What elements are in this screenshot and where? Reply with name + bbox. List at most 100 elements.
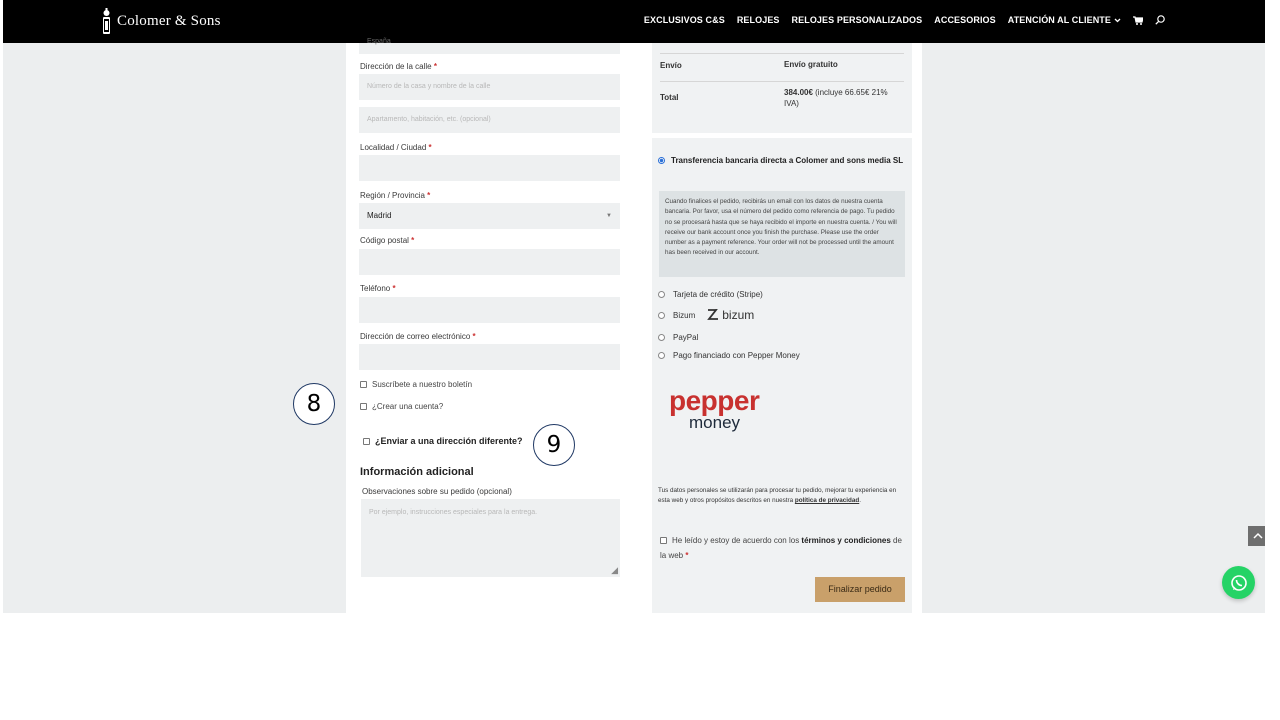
- nav-atencion-cliente[interactable]: ATENCIÓN AL CLIENTE: [1008, 15, 1121, 25]
- postcode-label-text: Código postal: [360, 236, 409, 245]
- street-input[interactable]: Número de la casa y nombre de la calle: [359, 74, 620, 100]
- nav-accesorios[interactable]: ACCESORIOS: [934, 15, 996, 25]
- create-account-label: ¿Crear una cuenta?: [372, 402, 444, 411]
- total-amount: 384.00€: [784, 88, 813, 97]
- site-logo[interactable]: Colomer & Sons: [100, 8, 221, 35]
- ship-different-option[interactable]: ¿Enviar a una dirección diferente?: [363, 436, 523, 446]
- summary-divider: [660, 81, 904, 82]
- bank-transfer-description: Cuando finalices el pedido, recibirás un…: [659, 191, 905, 277]
- newsletter-checkbox[interactable]: [360, 381, 367, 388]
- main-nav: EXCLUSIVOS C&S RELOJES RELOJES PERSONALI…: [644, 15, 1165, 25]
- privacy-policy-link[interactable]: política de privacidad: [795, 497, 859, 504]
- newsletter-label: Suscríbete a nuestro boletín: [372, 380, 473, 389]
- total-value: 384.00€ (incluye 66.65€ 21% IVA): [784, 87, 904, 109]
- bizum-logo: bizum: [707, 308, 754, 322]
- shipping-value: Envío gratuito: [784, 60, 838, 69]
- country-field[interactable]: España: [359, 38, 620, 54]
- ship-different-checkbox[interactable]: [363, 437, 370, 445]
- required-mark: *: [411, 236, 415, 245]
- card-label: Tarjeta de crédito (Stripe): [673, 290, 763, 299]
- privacy-end: .: [859, 497, 861, 505]
- required-mark: *: [428, 143, 432, 152]
- required-mark: *: [427, 191, 431, 200]
- search-icon[interactable]: [1155, 15, 1165, 25]
- site-header: Colomer & Sons EXCLUSIVOS C&S RELOJES RE…: [3, 0, 1265, 43]
- pepper-option[interactable]: Pago financiado con Pepper Money: [658, 351, 800, 360]
- billing-form: España Dirección de la calle * Número de…: [346, 38, 648, 613]
- card-option[interactable]: Tarjeta de crédito (Stripe): [658, 290, 763, 299]
- bank-transfer-radio[interactable]: [658, 157, 665, 164]
- additional-info-heading: Información adicional: [360, 466, 474, 478]
- region-label: Región / Provincia *: [360, 191, 430, 200]
- postcode-input[interactable]: [359, 249, 620, 275]
- terms-pre: He leído y estoy de acuerdo con los: [672, 536, 802, 545]
- city-label-text: Localidad / Ciudad: [360, 143, 427, 152]
- nav-exclusivos[interactable]: EXCLUSIVOS C&S: [644, 15, 725, 25]
- bizum-mark-icon: [707, 308, 719, 320]
- chevron-down-icon: [1114, 15, 1121, 25]
- logo-emblem-icon: [100, 8, 113, 35]
- privacy-notice: Tus datos personales se utilizarán para …: [658, 486, 906, 507]
- chevron-up-icon: [1253, 532, 1263, 539]
- brand-name: Colomer & Sons: [117, 13, 221, 29]
- place-order-button[interactable]: Finalizar pedido: [815, 577, 905, 602]
- city-input[interactable]: [359, 155, 620, 181]
- cart-icon[interactable]: [1133, 15, 1143, 25]
- pepper-logo-bottom: money: [689, 413, 741, 432]
- bizum-logo-text: bizum: [722, 308, 755, 322]
- paypal-radio[interactable]: [658, 334, 665, 341]
- street-label-text: Dirección de la calle: [360, 62, 432, 71]
- country-value: España: [367, 38, 391, 45]
- pepper-logo-top: pepper: [669, 385, 760, 416]
- postcode-label: Código postal *: [360, 236, 414, 245]
- whatsapp-icon: [1230, 574, 1247, 591]
- caret-down-icon: ▼: [606, 213, 612, 219]
- bizum-option[interactable]: Bizum bizum: [658, 308, 754, 322]
- region-select[interactable]: Madrid ▼: [359, 203, 620, 229]
- bizum-radio[interactable]: [658, 311, 665, 319]
- bizum-label: Bizum: [673, 310, 696, 320]
- phone-label-text: Teléfono: [360, 284, 391, 293]
- browser-viewport: Colomer & Sons EXCLUSIVOS C&S RELOJES RE…: [3, 0, 1265, 613]
- payment-methods: Transferencia bancaria directa a Colomer…: [652, 138, 912, 613]
- nav-relojes-personalizados[interactable]: RELOJES PERSONALIZADOS: [792, 15, 923, 25]
- annotation-marker-9: 9: [533, 424, 575, 466]
- required-mark: *: [433, 62, 437, 71]
- notes-label: Observaciones sobre su pedido (opcional): [362, 487, 512, 496]
- required-mark: *: [685, 551, 689, 560]
- order-notes-textarea[interactable]: Por ejemplo, instrucciones especiales pa…: [361, 499, 620, 577]
- card-radio[interactable]: [658, 291, 665, 298]
- notes-placeholder: Por ejemplo, instrucciones especiales pa…: [369, 509, 538, 516]
- scroll-to-top-button[interactable]: [1248, 526, 1265, 546]
- pepper-radio[interactable]: [658, 352, 665, 359]
- region-label-text: Región / Provincia: [360, 191, 425, 200]
- nav-atencion-label: ATENCIÓN AL CLIENTE: [1007, 15, 1111, 25]
- required-mark: *: [392, 284, 396, 293]
- required-mark: *: [472, 332, 476, 341]
- shipping-label: Envío: [660, 61, 682, 70]
- phone-label: Teléfono *: [360, 284, 396, 293]
- email-label-text: Dirección de correo electrónico: [360, 332, 471, 341]
- create-account-checkbox[interactable]: [360, 403, 367, 410]
- terms-checkbox[interactable]: [660, 537, 667, 544]
- email-input[interactable]: [359, 344, 620, 370]
- whatsapp-chat-button[interactable]: [1222, 566, 1255, 599]
- terms-agreement[interactable]: He leído y estoy de acuerdo con los térm…: [660, 533, 906, 563]
- bank-transfer-label: Transferencia bancaria directa a Colomer…: [671, 156, 904, 165]
- city-label: Localidad / Ciudad *: [360, 143, 432, 152]
- email-label: Dirección de correo electrónico *: [360, 332, 476, 341]
- paypal-label: PayPal: [673, 333, 699, 342]
- nav-relojes[interactable]: RELOJES: [737, 15, 780, 25]
- order-summary: Envío Envío gratuito Total 384.00€ (incl…: [652, 43, 912, 133]
- phone-input[interactable]: [359, 297, 620, 323]
- order-review: Envío Envío gratuito Total 384.00€ (incl…: [648, 43, 922, 613]
- paypal-option[interactable]: PayPal: [658, 333, 698, 342]
- resize-handle-icon[interactable]: ◢: [611, 566, 618, 575]
- total-label: Total: [660, 93, 679, 102]
- create-account-option[interactable]: ¿Crear una cuenta?: [360, 402, 443, 411]
- terms-link[interactable]: términos y condiciones: [801, 536, 890, 545]
- bank-transfer-option[interactable]: Transferencia bancaria directa a Colomer…: [658, 153, 908, 168]
- street-label: Dirección de la calle *: [360, 62, 437, 71]
- newsletter-option[interactable]: Suscríbete a nuestro boletín: [360, 380, 472, 389]
- street2-input[interactable]: Apartamento, habitación, etc. (opcional): [359, 107, 620, 133]
